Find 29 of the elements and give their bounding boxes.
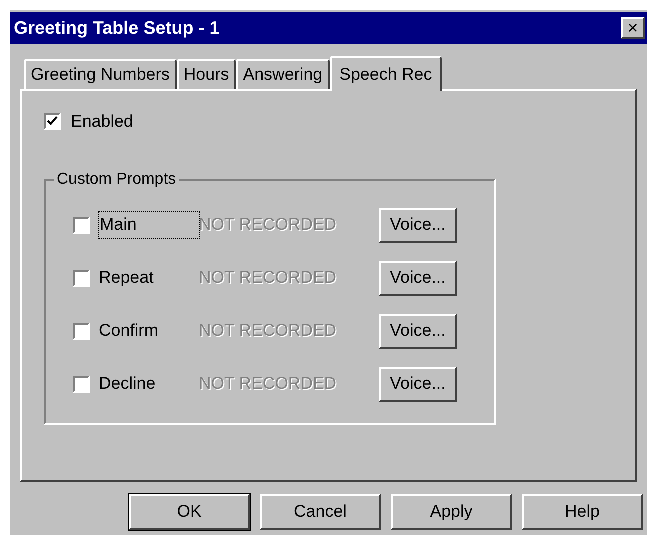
checkbox[interactable]	[73, 376, 90, 392]
checkbox[interactable]	[73, 322, 90, 340]
checkbox[interactable]	[44, 113, 61, 130]
status-text: NOT RECORDED	[199, 214, 338, 236]
checkbox-label: Confirm	[99, 320, 160, 342]
dialog-button[interactable]: Cancel	[260, 494, 381, 530]
window-title: Greeting Table Setup - 1	[14, 16, 220, 40]
tab[interactable]: Hours	[176, 59, 236, 89]
checkbox[interactable]	[73, 216, 90, 234]
voice-button[interactable]: Voice...	[379, 260, 457, 296]
checkbox-label: Repeat	[99, 267, 155, 290]
voice-button[interactable]: Voice...	[379, 208, 457, 242]
voice-button[interactable]: Voice...	[379, 314, 457, 348]
checkbox-label: Main	[99, 212, 199, 238]
close-button[interactable]: ×	[621, 17, 645, 39]
checkbox[interactable]	[73, 270, 90, 286]
checkbox-label: Enabled	[71, 111, 134, 133]
dialog-button[interactable]: Apply	[391, 494, 512, 530]
status-text: NOT RECORDED	[199, 373, 338, 396]
voice-button[interactable]: Voice...	[379, 366, 457, 402]
dialog-button[interactable]: OK	[129, 494, 250, 530]
tab[interactable]: Greeting Numbers	[24, 59, 177, 89]
checkbox-label: Decline	[99, 373, 157, 396]
dialog-button[interactable]: Help	[522, 494, 643, 530]
tab[interactable]: Answering	[236, 59, 330, 89]
checkmark-icon	[47, 116, 58, 128]
status-text: NOT RECORDED	[199, 267, 338, 290]
status-text: NOT RECORDED	[199, 320, 338, 342]
tab[interactable]: Speech Rec	[330, 56, 442, 91]
